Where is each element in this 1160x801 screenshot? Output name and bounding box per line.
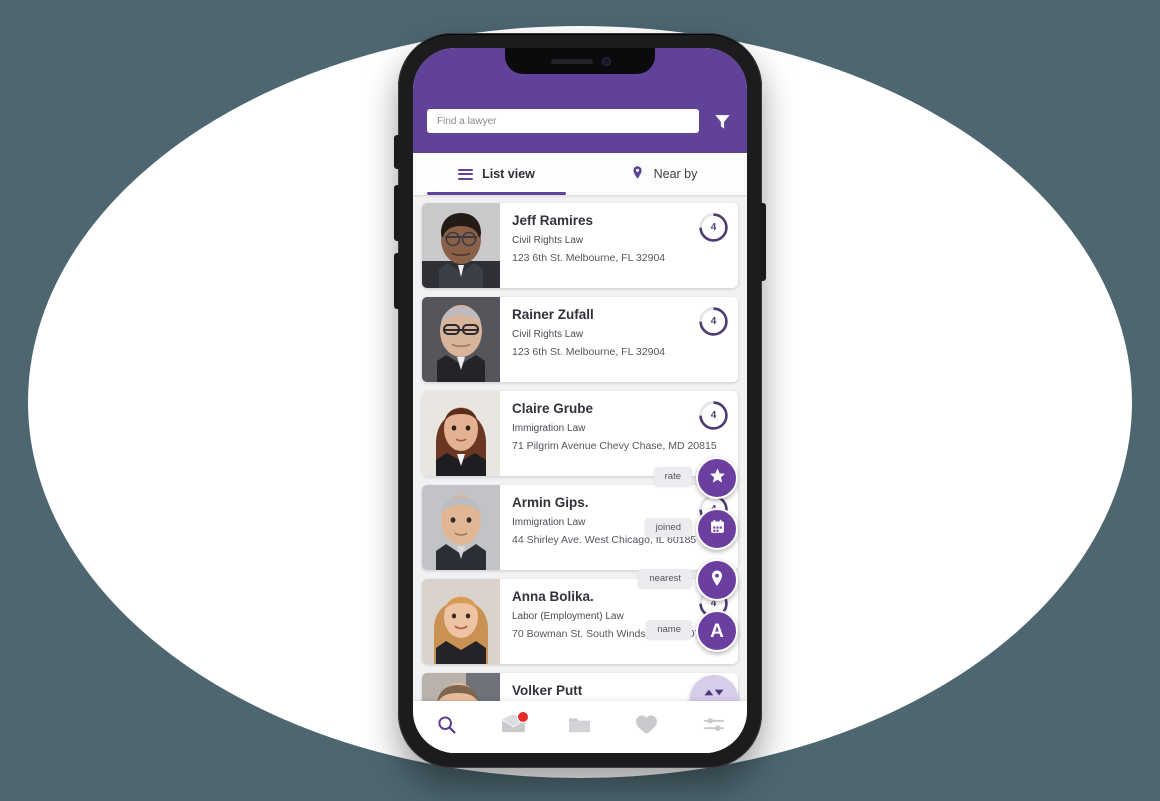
search-input[interactable] <box>427 109 699 133</box>
rating-badge: 4 <box>698 212 729 243</box>
nav-search-button[interactable] <box>426 710 466 744</box>
calendar-icon <box>709 518 726 540</box>
avatar <box>422 485 500 570</box>
mail-unread-badge <box>517 711 530 723</box>
phone-device-frame: List view Near by <box>394 33 766 768</box>
lawyer-address: 71 Pilgrim Avenue Chevy Chase, MD 20815 <box>512 439 717 452</box>
nav-settings-button[interactable] <box>694 710 734 744</box>
lawyer-name: Rainer Zufall <box>512 307 594 322</box>
lawyer-address: 123 6th St. Melbourne, FL 32904 <box>512 251 666 264</box>
list-item-body: Jeff Ramires Civil Rights Law 123 6th St… <box>500 203 738 288</box>
list-item[interactable]: Claire Grube Immigration Law 71 Pilgrim … <box>422 391 738 476</box>
nav-mail-button[interactable] <box>493 710 533 744</box>
list-item-body: Rainer Zufall Civil Rights Law 123 6th S… <box>500 297 738 382</box>
sort-option-joined-button[interactable] <box>696 508 738 550</box>
lawyer-list[interactable]: Jeff Ramires Civil Rights Law 123 6th St… <box>413 195 747 701</box>
tab-list-view[interactable]: List view <box>413 153 580 195</box>
list-item[interactable]: Rainer Zufall Civil Rights Law 123 6th S… <box>422 297 738 382</box>
map-pin-icon <box>708 569 726 592</box>
search-icon <box>436 714 457 740</box>
phone-screen: List view Near by <box>413 48 747 753</box>
avatar <box>422 203 500 288</box>
lawyer-address: 123 6th St. Melbourne, FL 32904 <box>512 345 666 358</box>
tab-list-view-label: List view <box>482 167 535 181</box>
tab-near-by[interactable]: Near by <box>580 153 747 195</box>
lawyer-address: 70 Bowman St. South Windsor, CT 06074 <box>512 627 707 640</box>
lawyer-practice: Immigration Law <box>512 516 586 528</box>
filter-funnel-icon[interactable] <box>709 108 735 134</box>
phone-volume-down-button <box>394 253 399 309</box>
lawyer-name: Armin Gips. <box>512 495 589 510</box>
list-lines-icon <box>458 168 474 180</box>
lawyer-name: Jeff Ramires <box>512 213 594 228</box>
sort-option-label-joined[interactable]: joined <box>644 518 692 537</box>
phone-silent-switch <box>394 135 399 169</box>
sort-option-name-button[interactable]: A <box>696 610 738 652</box>
avatar <box>422 297 500 382</box>
lawyer-practice: Civil Rights Law <box>512 234 584 246</box>
phone-volume-up-button <box>394 185 399 241</box>
sort-updown-icon <box>703 684 725 701</box>
sort-option-label-nearest[interactable]: nearest <box>638 569 692 588</box>
rating-badge: 4 <box>698 306 729 337</box>
avatar <box>422 673 500 701</box>
lawyer-practice: Immigration Law <box>512 422 586 434</box>
lawyer-name: Claire Grube <box>512 401 594 416</box>
bottom-navigation <box>413 701 747 753</box>
map-pin-icon <box>630 165 645 183</box>
sort-option-label-rate[interactable]: rate <box>653 467 692 486</box>
front-camera-icon <box>602 57 610 65</box>
list-item[interactable]: Jeff Ramires Civil Rights Law 123 6th St… <box>422 203 738 288</box>
letter-a-icon: A <box>710 620 724 642</box>
earpiece-speaker-icon <box>550 58 593 64</box>
rating-value: 4 <box>710 316 717 327</box>
nav-folder-button[interactable] <box>560 710 600 744</box>
view-tabs: List view Near by <box>413 153 747 195</box>
phone-power-button <box>761 203 766 281</box>
avatar <box>422 579 500 664</box>
sliders-icon <box>703 715 725 739</box>
search-row <box>427 108 735 134</box>
tab-near-by-label: Near by <box>653 167 698 181</box>
phone-notch <box>505 48 655 74</box>
rating-badge: 4 <box>698 400 729 431</box>
rating-value: 4 <box>710 222 717 233</box>
sort-option-rate-button[interactable] <box>696 457 738 499</box>
sort-option-label-name[interactable]: name <box>646 620 692 639</box>
folder-icon <box>568 715 591 739</box>
lawyer-address: 44 Shirley Ave. West Chicago, IL 60185 <box>512 533 697 546</box>
nav-favorites-button[interactable] <box>627 710 667 744</box>
lawyer-practice: Civil Rights Law <box>512 328 584 340</box>
lawyer-practice: Labor (Employment) Law <box>512 610 624 622</box>
heart-icon <box>635 714 658 740</box>
sort-option-nearest-button[interactable] <box>696 559 738 601</box>
lawyer-name: Anna Bolika. <box>512 589 594 604</box>
avatar <box>422 391 500 476</box>
star-icon <box>709 467 726 489</box>
rating-value: 4 <box>710 410 717 421</box>
